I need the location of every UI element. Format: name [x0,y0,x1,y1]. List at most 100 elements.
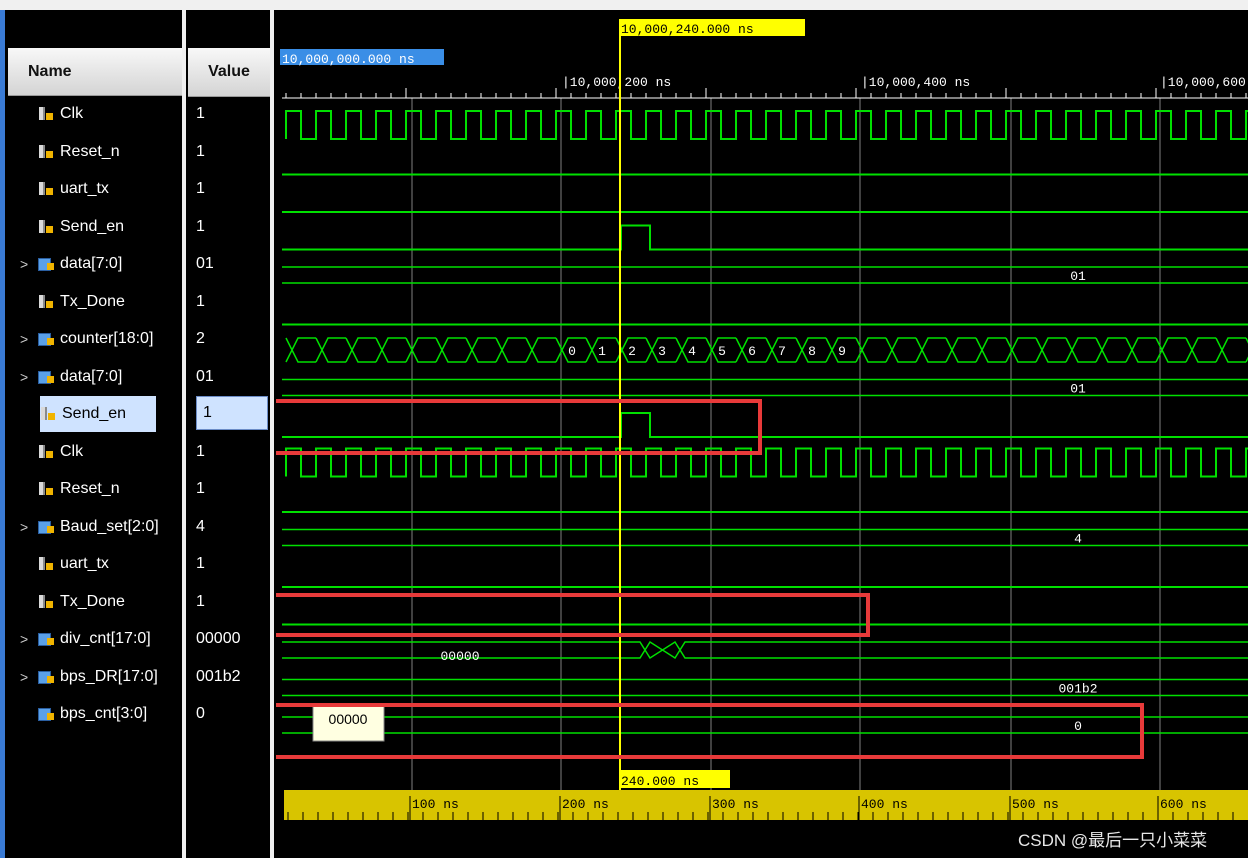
expand-chevron-icon[interactable]: > [20,631,38,647]
signal-name: div_cnt[17:0] [60,630,151,647]
expand-chevron-icon[interactable]: > [20,669,38,685]
waveform-panel[interactable]: 10,000,000.000 ns |10,000,200 ns |10,000,4… [276,10,1248,858]
bus-value-label: 0 [1074,719,1082,734]
div-cnt-waveform [282,640,1248,660]
bus-value-label: 001b2 [1058,682,1097,697]
bus-value-label: 01 [1070,382,1086,397]
bit-signal-icon [38,482,54,496]
signal-name-cell[interactable]: > counter[18:0] [20,321,153,357]
signal-row[interactable]: > div_cnt[17:0] 00000 [8,621,270,657]
signal-name-cell[interactable]: Reset_n [20,471,120,507]
delta-time-label: 240.000 ns [621,774,699,789]
signal-row[interactable]: Tx_Done 1 [8,584,270,620]
signal-value: 001b2 [196,667,241,685]
bit-signal-icon [38,107,54,121]
signal-value: 01 [196,255,214,272]
expand-chevron-icon[interactable]: > [20,369,38,385]
bit-signal-icon [40,407,56,421]
bus-signal-icon [38,257,54,271]
signal-name: bps_DR[17:0] [60,667,158,685]
signal-value: 2 [196,330,205,347]
signal-row[interactable]: Send_en 1 [8,209,270,245]
signal-row[interactable]: uart_tx 1 [8,546,270,582]
signal-name: Clk [60,442,84,460]
bit-signal-icon [38,182,54,196]
counter-value-label: 6 [748,344,756,359]
counter-value-label: 8 [808,344,816,359]
signal-row[interactable]: > data[7:0] 01 [8,359,270,395]
signal-value: 1 [196,480,205,497]
signal-row[interactable]: uart_tx 1 [8,171,270,207]
watermark: CSDN @最后一只小菜菜 [1018,831,1208,850]
signal-name-cell[interactable]: Clk [20,434,83,470]
signal-row[interactable]: > data[7:0] 01 [8,246,270,282]
value-tooltip-text: 00000 [329,711,368,727]
signal-name-cell[interactable]: Clk [20,96,83,132]
bottom-ruler-label: 200 ns [562,797,609,812]
signal-name-cell[interactable]: Send_en [20,209,124,245]
signal-name-cell[interactable]: > data[7:0] [20,246,122,282]
signal-row[interactable]: Clk 1 [8,96,270,132]
bus-signal-icon [38,332,54,346]
bit-signal-icon [38,444,54,459]
panel-divider[interactable] [270,10,274,858]
send-pulse-waveform [282,224,1248,251]
counter-value-label: 7 [778,344,786,359]
signal-row[interactable]: > counter[18:0] 2 [8,321,270,357]
counter-value-label: 4 [688,344,696,359]
clock-waveform [285,110,1248,140]
signal-name-cell[interactable]: > Baud_set[2:0] [20,509,159,545]
signal-value: 1 [196,555,205,572]
signal-name: uart_tx [60,555,109,572]
window-edge [0,10,5,858]
ruler-label: |10,000,200 ns [562,75,671,90]
signal-name-cell[interactable]: Tx_Done [20,284,125,320]
bit-signal-icon [38,144,54,159]
signal-name-cell[interactable]: Tx_Done [20,584,125,620]
expand-chevron-icon[interactable]: > [20,331,38,347]
signal-name-cell[interactable]: > div_cnt[17:0] [20,621,151,657]
signal-name-cell[interactable]: uart_tx [20,171,109,207]
signal-name: uart_tx [60,180,109,197]
signal-value: 1 [196,105,205,122]
ruler-label: |10,000,400 ns [861,75,970,90]
expand-chevron-icon[interactable]: > [20,519,38,535]
ruler-label: |10,000,600 ns [1160,75,1248,90]
signal-name-cell[interactable]: bps_cnt[3:0] [20,696,147,732]
signal-row[interactable]: Reset_n 1 [8,471,270,507]
start-time-label: 10,000,000.000 ns [282,52,415,67]
signal-row[interactable]: Tx_Done 1 [8,284,270,320]
signal-row[interactable]: Clk 1 [8,434,270,470]
bottom-ruler-label: 400 ns [861,797,908,812]
signal-value: 00000 [196,630,241,647]
signal-row[interactable]: > Baud_set[2:0] 4 [8,509,270,545]
signal-name-cell[interactable]: Send_en [40,396,157,432]
signal-value: 1 [196,396,268,430]
cursor-time-label: 10,000,240.000 ns [621,22,754,37]
signal-name: Send_en [62,405,127,422]
signal-name: data[7:0] [60,367,123,385]
signal-name: data[7:0] [60,255,123,272]
signal-row[interactable]: > bps_DR[17:0] 001b2 [8,659,270,695]
bus-value-label: 00000 [440,649,479,664]
send-pulse-waveform [282,412,1248,438]
signal-name-cell[interactable]: > bps_DR[17:0] [20,659,158,695]
signal-value: 1 [196,442,205,460]
signal-name-cell[interactable]: > data[7:0] [20,359,122,395]
signal-row[interactable]: bps_cnt[3:0] 0 [8,696,270,732]
name-column-header[interactable]: Name [8,48,182,96]
signal-name: Reset_n [60,142,120,160]
signal-name-cell[interactable]: Reset_n [20,134,120,170]
expand-chevron-icon[interactable]: > [20,256,38,272]
signal-row[interactable]: Reset_n 1 [8,134,270,170]
bit-signal-icon [38,557,54,571]
signal-name: Tx_Done [60,592,125,610]
counter-value-label: 0 [568,344,576,359]
bus-signal-icon [38,520,54,534]
value-column-header[interactable]: Value [188,48,270,97]
bit-signal-icon [38,294,54,309]
signal-row[interactable]: Send_en 1 [8,396,270,432]
counter-bus-waveform [285,337,1248,363]
bottom-ruler-label: 500 ns [1012,797,1059,812]
signal-name-cell[interactable]: uart_tx [20,546,109,582]
